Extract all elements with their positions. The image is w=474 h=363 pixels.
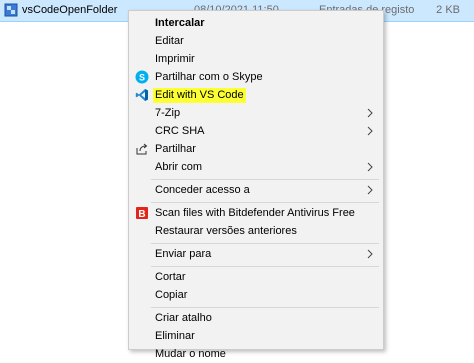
- menu-item-label: Partilhar com o Skype: [155, 71, 263, 83]
- menu-separator: [151, 179, 379, 180]
- menu-separator: [151, 307, 379, 308]
- svg-text:B: B: [138, 209, 145, 220]
- registry-file-icon: [4, 3, 18, 17]
- menu-item-cortar[interactable]: Cortar: [129, 269, 383, 286]
- menu-separator: [151, 243, 379, 244]
- menu-item-label: Editar: [155, 35, 184, 47]
- file-size: 2 KB: [436, 4, 460, 16]
- menu-item-copiar[interactable]: Copiar: [129, 287, 383, 304]
- menu-item-label: Intercalar: [155, 17, 205, 29]
- menu-separator: [151, 266, 379, 267]
- menu-item-label: Enviar para: [155, 248, 212, 260]
- menu-item-7zip[interactable]: 7-Zip: [129, 105, 383, 122]
- bitdefender-icon: B: [136, 207, 148, 220]
- menu-separator: [151, 202, 379, 203]
- menu-item-crc-sha[interactable]: CRC SHA: [129, 123, 383, 140]
- chevron-right-icon: [367, 162, 373, 172]
- context-menu: Intercalar Editar Imprimir S Partilhar c…: [128, 10, 384, 360]
- menu-item-label: Criar atalho: [155, 312, 212, 324]
- svg-text:S: S: [139, 73, 145, 83]
- menu-item-label: Imprimir: [155, 53, 195, 65]
- menu-item-label: Scan files with Bitdefender Antivirus Fr…: [155, 207, 355, 219]
- chevron-right-icon: [367, 249, 373, 259]
- chevron-right-icon: [367, 126, 373, 136]
- chevron-right-icon: [367, 108, 373, 118]
- share-icon: [136, 143, 148, 155]
- menu-item-enviar-para[interactable]: Enviar para: [129, 246, 383, 263]
- menu-item-intercalar[interactable]: Intercalar: [129, 15, 383, 32]
- menu-item-editar[interactable]: Editar: [129, 33, 383, 50]
- menu-item-restaurar-versoes[interactable]: Restaurar versões anteriores: [129, 223, 383, 240]
- menu-item-abrir-com[interactable]: Abrir com: [129, 159, 383, 176]
- menu-item-label: Partilhar: [155, 143, 196, 155]
- menu-item-skype[interactable]: S Partilhar com o Skype: [129, 69, 383, 86]
- menu-item-bitdefender[interactable]: B Scan files with Bitdefender Antivirus …: [129, 205, 383, 222]
- menu-item-label: Conceder acesso a: [155, 184, 250, 196]
- menu-item-label: Abrir com: [155, 161, 203, 173]
- menu-item-label: Mudar o nome: [155, 348, 226, 360]
- chevron-right-icon: [367, 185, 373, 195]
- menu-item-partilhar[interactable]: Partilhar: [129, 141, 383, 158]
- menu-item-eliminar[interactable]: Eliminar: [129, 328, 383, 345]
- vscode-icon: [135, 89, 148, 101]
- file-name: vsCodeOpenFolder: [22, 4, 118, 16]
- menu-item-criar-atalho[interactable]: Criar atalho: [129, 310, 383, 327]
- menu-item-conceder-acesso[interactable]: Conceder acesso a: [129, 182, 383, 199]
- menu-item-label: Restaurar versões anteriores: [155, 225, 297, 237]
- menu-item-label: 7-Zip: [155, 107, 181, 119]
- menu-item-label: Edit with VS Code: [153, 88, 246, 103]
- menu-item-label: Eliminar: [155, 330, 195, 342]
- skype-icon: S: [135, 70, 149, 84]
- menu-item-imprimir[interactable]: Imprimir: [129, 51, 383, 68]
- menu-item-edit-vscode[interactable]: Edit with VS Code: [129, 87, 383, 104]
- menu-item-label: Copiar: [155, 289, 188, 301]
- menu-item-label: Cortar: [155, 271, 186, 283]
- menu-item-mudar-nome[interactable]: Mudar o nome: [129, 346, 383, 363]
- menu-item-label: CRC SHA: [155, 125, 205, 137]
